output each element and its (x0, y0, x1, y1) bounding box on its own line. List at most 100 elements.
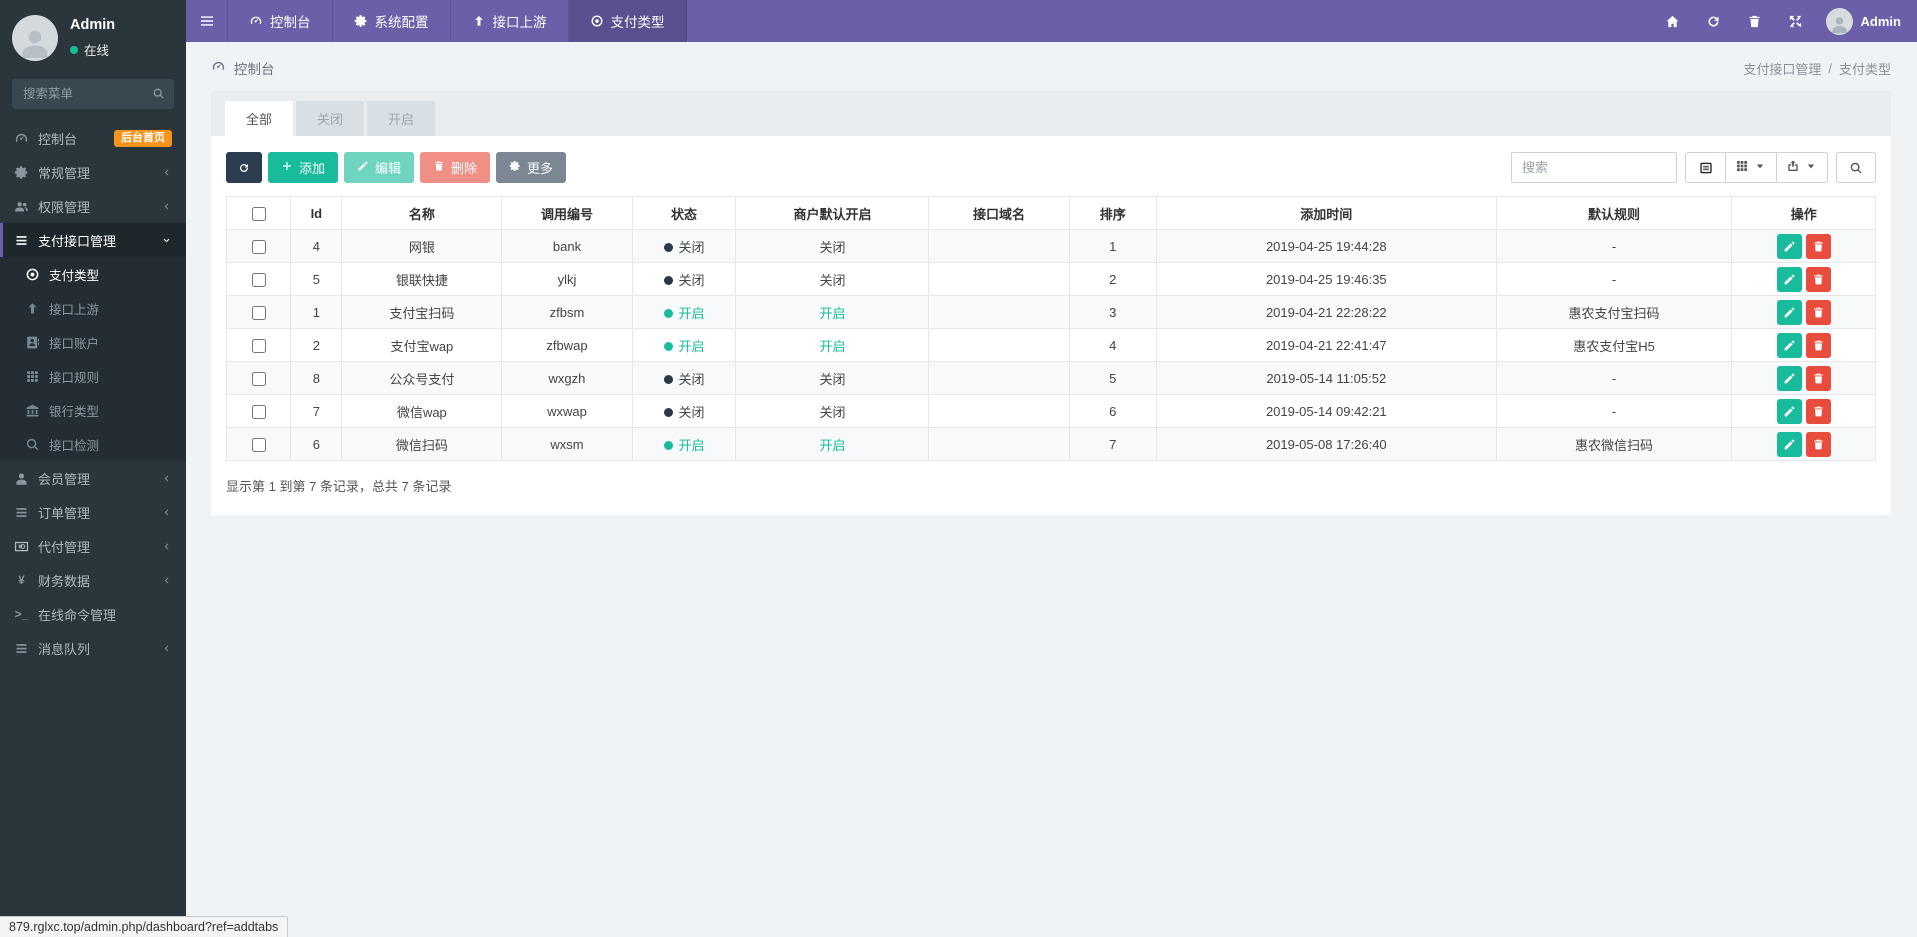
sidebar-item-agent-pay[interactable]: 代付管理 (0, 529, 186, 563)
column-header[interactable]: 排序 (1068, 196, 1157, 230)
row-checkbox[interactable] (251, 404, 266, 419)
sidebar-item-general[interactable]: 常规管理 (0, 155, 186, 189)
row-checkbox[interactable] (251, 338, 266, 353)
edit-row-button[interactable] (1776, 233, 1802, 259)
tab-closed[interactable]: 关闭 (296, 101, 365, 136)
delete-row-button[interactable] (1805, 299, 1831, 325)
delete-row-button[interactable] (1805, 266, 1831, 292)
refresh-button[interactable] (226, 152, 262, 183)
edit-row-button[interactable] (1776, 431, 1802, 457)
tab-open[interactable]: 开启 (367, 101, 436, 136)
gear-icon (14, 165, 28, 179)
edit-row-button[interactable] (1776, 398, 1802, 424)
delete-row-button[interactable] (1805, 233, 1831, 259)
sidebar-item-command[interactable]: >_ 在线命令管理 (0, 597, 186, 631)
column-header[interactable]: 默认规则 (1495, 196, 1733, 230)
users-icon (15, 201, 28, 211)
columns-button[interactable] (1725, 152, 1776, 183)
topnav-item-dashboard[interactable]: 控制台 (228, 0, 333, 42)
sidebar-item-member[interactable]: 会员管理 (0, 461, 186, 495)
row-checkbox[interactable] (251, 305, 266, 320)
table-search-input[interactable] (1511, 152, 1677, 183)
sidebar-item-pay-interface[interactable]: 支付接口管理 (0, 223, 186, 257)
row-checkbox[interactable] (251, 437, 266, 452)
column-header[interactable]: 商户默认开启 (735, 196, 930, 230)
chevron-down-icon (163, 238, 170, 242)
sidebar-item-interface-upstream[interactable]: 接口上游 (0, 291, 186, 325)
pencil-icon (1784, 307, 1795, 317)
cell-sort: 5 (1068, 361, 1157, 395)
sidebar-item-dashboard[interactable]: 控制台 后台首页 (0, 121, 186, 155)
delete-row-button[interactable] (1805, 398, 1831, 424)
edit-button[interactable]: 编辑 (344, 152, 415, 183)
topbar-trash-button[interactable] (1734, 0, 1775, 42)
column-header[interactable]: 接口域名 (928, 196, 1070, 230)
sidebar-item-interface-check[interactable]: 接口检测 (0, 427, 186, 461)
add-button[interactable]: 添加 (268, 152, 339, 183)
column-header[interactable]: 添加时间 (1155, 196, 1497, 230)
user-meta: Admin 在线 (70, 17, 115, 59)
sidebar-search-input[interactable] (12, 79, 174, 109)
column-header[interactable]: 调用编号 (501, 196, 633, 230)
gauge-icon (15, 133, 28, 142)
sidebar-item-queue[interactable]: 消息队列 (0, 631, 186, 665)
sidebar-item-bank-type[interactable]: 银行类型 (0, 393, 186, 427)
row-checkbox[interactable] (251, 239, 266, 254)
topbar-avatar[interactable] (1825, 7, 1853, 35)
edit-row-button[interactable] (1776, 299, 1802, 325)
column-header[interactable]: 状态 (631, 196, 737, 230)
toggle-view-button[interactable] (1685, 152, 1725, 183)
cell-code: wxwap (501, 394, 633, 428)
search-icon (153, 88, 164, 99)
select-all-checkbox[interactable] (251, 206, 266, 221)
edit-row-button[interactable] (1776, 365, 1802, 391)
edit-row-button[interactable] (1776, 266, 1802, 292)
topnav: 控制台 系统配置 接口上游 支付类型 (228, 0, 687, 42)
topnav-item-pay-type[interactable]: 支付类型 (568, 0, 687, 42)
topbar-username[interactable]: Admin (1861, 14, 1901, 29)
tab-all[interactable]: 全部 (225, 101, 294, 136)
edit-row-button[interactable] (1776, 332, 1802, 358)
gauge-icon (212, 61, 225, 70)
app-root: Admin 在线 控制台后台首页常规管理权限管理支付接口管理支付类型接口上游接口… (0, 0, 1917, 937)
delete-button[interactable]: 删除 (420, 152, 491, 183)
gauge-icon (250, 16, 262, 25)
column-header[interactable]: 名称 (341, 196, 503, 230)
cell-rule: 惠农支付宝H5 (1495, 328, 1733, 362)
cell-created: 2019-04-25 19:46:35 (1155, 262, 1497, 296)
pagination-summary: 显示第 1 到第 7 条记录，总共 7 条记录 (226, 479, 452, 494)
export-button[interactable] (1776, 152, 1828, 183)
sidebar-item-label: 支付接口管理 (38, 233, 117, 249)
topbar-fullscreen-button[interactable] (1775, 0, 1816, 42)
delete-row-button[interactable] (1805, 431, 1831, 457)
topnav-item-interface-upstream[interactable]: 接口上游 (451, 0, 569, 42)
topbar-home-button[interactable] (1652, 0, 1693, 42)
table-search (1511, 152, 1677, 183)
sidebar-item-finance[interactable]: ¥ 财务数据 (0, 563, 186, 597)
cell-merchant-default: 关闭 (735, 262, 930, 296)
column-header[interactable]: Id (290, 196, 343, 230)
column-header[interactable]: 操作 (1731, 196, 1876, 230)
more-button[interactable]: 更多 (496, 152, 567, 183)
sidebar-item-pay-type[interactable]: 支付类型 (0, 257, 186, 291)
delete-row-button[interactable] (1805, 332, 1831, 358)
row-checkbox[interactable] (251, 272, 266, 287)
sidebar-toggle-button[interactable] (186, 0, 228, 42)
row-checkbox[interactable] (251, 371, 266, 386)
sidebar-item-auth[interactable]: 权限管理 (0, 189, 186, 223)
terminal-icon: >_ (14, 607, 29, 621)
breadcrumb-parent[interactable]: 支付接口管理 (1743, 59, 1821, 78)
search-icon (1850, 162, 1862, 173)
chevron-left-icon (164, 169, 169, 175)
page-title: 控制台 (234, 62, 275, 77)
sidebar-item-order[interactable]: 订单管理 (0, 495, 186, 529)
sidebar-item-interface-rule[interactable]: 接口规则 (0, 359, 186, 393)
delete-row-button[interactable] (1805, 365, 1831, 391)
table-row: 7 微信wap wxwap 关闭 关闭 6 2019-05-14 09:42:21- (225, 394, 1876, 428)
table-row: 2 支付宝wap zfbwap 开启 开启 4 2019-04-21 22:41:47 惠农支… (225, 328, 1876, 362)
topnav-item-system-config[interactable]: 系统配置 (333, 0, 451, 42)
trash-icon (1813, 439, 1823, 449)
search-submit-button[interactable] (1836, 152, 1876, 183)
sidebar-item-interface-account[interactable]: 接口账户 (0, 325, 186, 359)
topbar-refresh-button[interactable] (1693, 0, 1734, 42)
